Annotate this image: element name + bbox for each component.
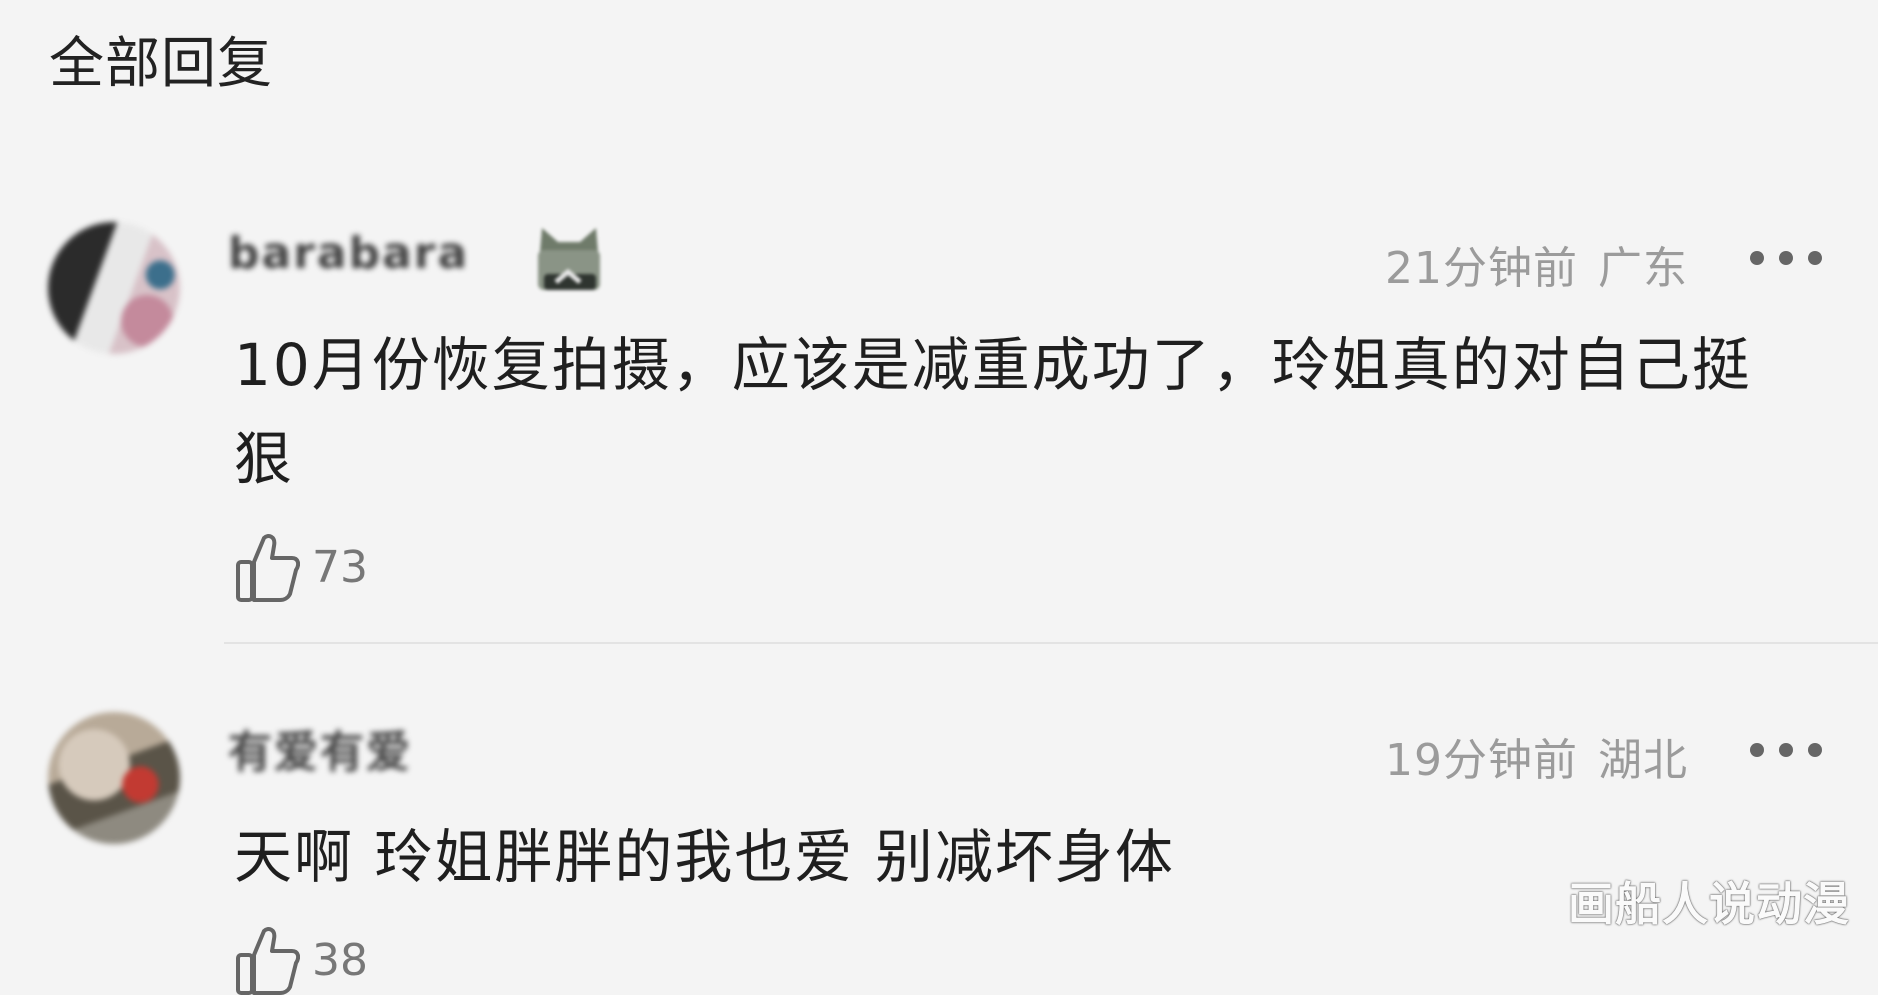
cat-badge-icon bbox=[538, 228, 600, 290]
more-horizontal-icon[interactable] bbox=[1750, 248, 1822, 268]
like-count: 38 bbox=[312, 934, 368, 986]
comment-meta: 19分钟前 湖北 bbox=[1385, 724, 1688, 788]
comment-username[interactable]: 有爱有爱 bbox=[228, 716, 412, 780]
more-horizontal-icon[interactable] bbox=[1750, 740, 1822, 760]
avatar[interactable] bbox=[48, 712, 180, 844]
comment-location: 湖北 bbox=[1598, 735, 1688, 786]
thumbs-up-icon bbox=[236, 927, 300, 995]
section-title: 全部回复 bbox=[49, 31, 274, 95]
watermark: 画船人说动漫 bbox=[1568, 877, 1850, 931]
like-button[interactable]: 38 bbox=[234, 925, 368, 995]
comment-text: 天啊 玲姐胖胖的我也爱 别减坏身体 bbox=[234, 823, 1175, 891]
comment-time: 21分钟前 bbox=[1385, 243, 1578, 294]
thumbs-up-icon bbox=[236, 534, 300, 602]
like-button[interactable]: 73 bbox=[234, 532, 368, 602]
comment-meta: 21分钟前 广东 bbox=[1385, 232, 1688, 296]
comment-username[interactable]: barabara bbox=[228, 228, 469, 279]
like-count: 73 bbox=[312, 541, 368, 593]
comment-time: 19分钟前 bbox=[1385, 735, 1578, 786]
comment-location: 广东 bbox=[1598, 243, 1688, 294]
comment-text: 10月份恢复拍摄，应该是减重成功了，玲姐真的对自己挺狠 bbox=[234, 331, 1752, 493]
avatar[interactable] bbox=[48, 222, 180, 354]
divider bbox=[224, 642, 1878, 644]
